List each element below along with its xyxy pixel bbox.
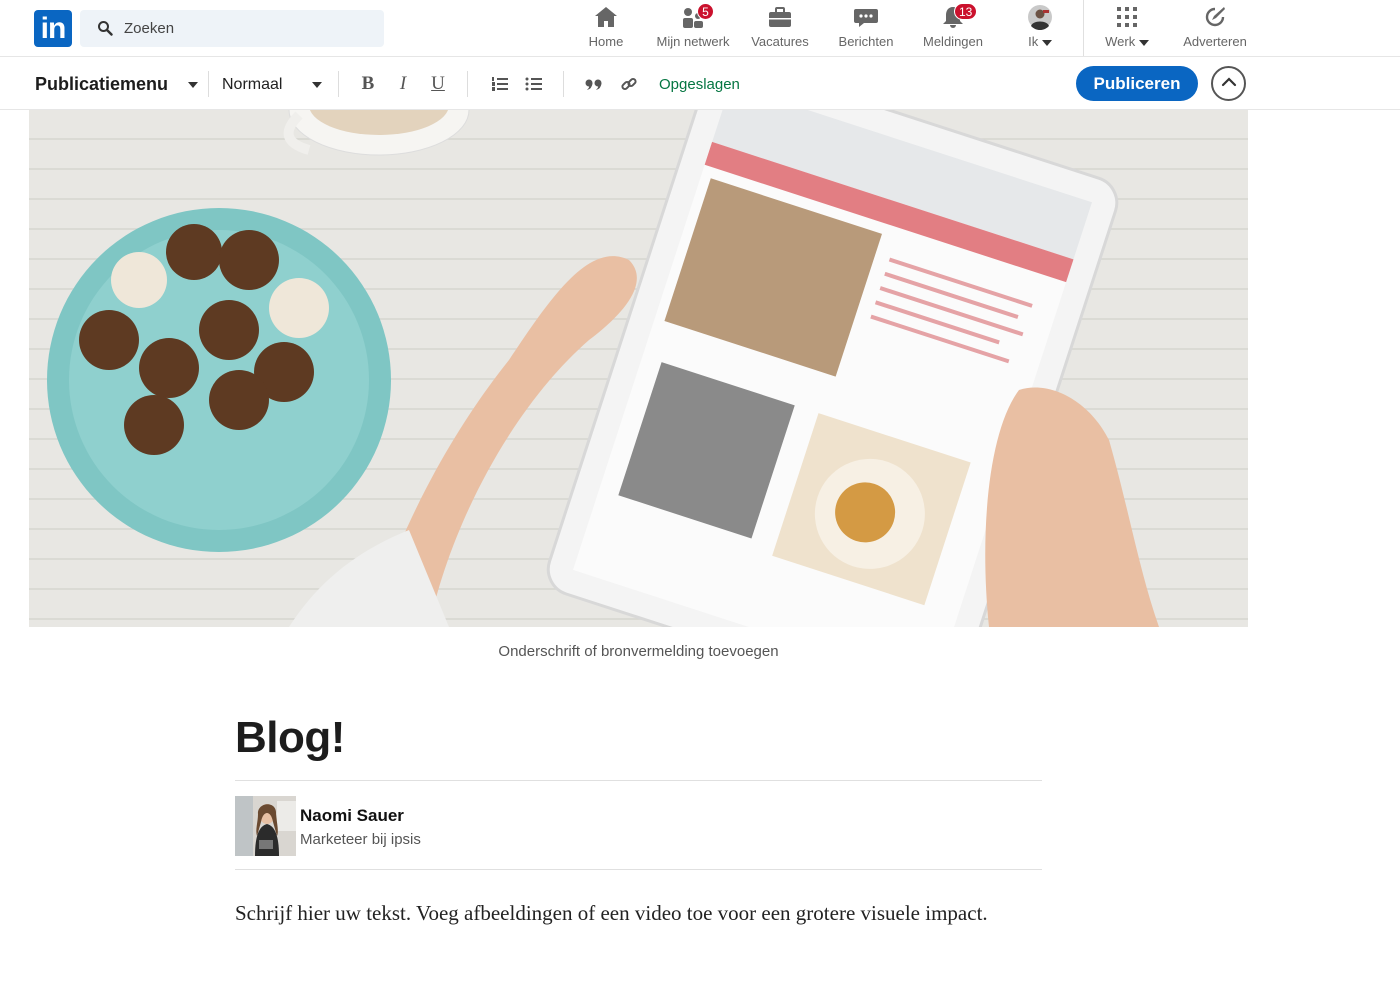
nav-jobs-label: Vacatures xyxy=(751,34,809,49)
publication-menu[interactable]: Publicatiemenu xyxy=(35,74,199,95)
toolbar-divider xyxy=(563,71,564,97)
toolbar-divider xyxy=(467,71,468,97)
nav-home[interactable]: Home xyxy=(583,4,629,54)
chevron-up-icon xyxy=(1221,77,1236,87)
nav-jobs[interactable]: Vacatures xyxy=(747,4,813,54)
nav-me[interactable]: Ik xyxy=(1022,4,1058,54)
compass-icon xyxy=(1205,7,1225,27)
nav-messaging-label: Berichten xyxy=(838,34,894,49)
text-style-select[interactable]: Normaal xyxy=(222,76,323,94)
editor-toolbar: Publicatiemenu Normaal B I U Opgeslagen … xyxy=(0,57,1400,110)
toolbar-divider xyxy=(208,71,209,97)
profile-avatar-icon xyxy=(1028,5,1052,30)
author-headline: Marketeer bij ipsis xyxy=(300,831,421,848)
nav-network-label: Mijn netwerk xyxy=(656,34,730,49)
numbered-list-button[interactable] xyxy=(488,72,512,96)
italic-icon: I xyxy=(399,73,407,94)
author-name: Naomi Sauer xyxy=(300,806,404,825)
numbered-list-icon xyxy=(492,77,508,91)
nav-notifications[interactable]: 13 Meldingen xyxy=(919,3,987,54)
divider xyxy=(235,869,1042,870)
bullet-list-icon xyxy=(525,77,542,91)
search-icon xyxy=(98,21,113,36)
publish-button[interactable]: Publiceren xyxy=(1076,66,1198,101)
divider xyxy=(235,780,1042,781)
author-avatar xyxy=(235,796,296,856)
image-caption-input[interactable]: Onderschrift of bronvermelding toevoegen xyxy=(29,643,1248,660)
chevron-down-icon xyxy=(1041,39,1052,46)
collapse-toolbar-button[interactable] xyxy=(1211,66,1246,101)
article-body-editor[interactable]: Schrijf hier uw tekst. Voeg afbeeldingen… xyxy=(235,898,1042,929)
search-input[interactable] xyxy=(124,10,374,47)
article-title[interactable]: Blog! xyxy=(235,713,345,763)
briefcase-icon xyxy=(769,7,791,27)
nav-advertise-label: Adverteren xyxy=(1183,34,1247,49)
nav-me-label: Ik xyxy=(1022,34,1058,49)
italic-button[interactable]: I xyxy=(391,72,415,96)
chevron-down-icon xyxy=(312,81,323,88)
bullet-list-button[interactable] xyxy=(522,72,546,96)
cover-photo-tablet-and-chocolates xyxy=(29,110,1248,627)
nav-home-label: Home xyxy=(588,34,624,49)
network-badge: 5 xyxy=(697,3,714,20)
nav-network[interactable]: 5 Mijn netwerk xyxy=(652,3,734,54)
chevron-down-icon xyxy=(1138,39,1149,46)
publication-menu-label: Publicatiemenu xyxy=(35,74,169,94)
nav-advertise[interactable]: Adverteren xyxy=(1179,4,1251,54)
author-photo xyxy=(235,796,296,856)
link-button[interactable] xyxy=(617,72,641,96)
saved-status: Opgeslagen xyxy=(659,76,740,93)
chevron-down-icon xyxy=(188,82,199,89)
toolbar-divider xyxy=(338,71,339,97)
nav-notifications-label: Meldingen xyxy=(923,34,983,49)
search-box[interactable] xyxy=(80,10,384,47)
top-navigation: in Home 5 Mijn netwerk Vacatures Bericht… xyxy=(0,0,1400,57)
text-style-value: Normaal xyxy=(222,76,283,93)
grid-icon xyxy=(1117,7,1137,27)
quote-icon xyxy=(585,79,602,90)
nav-divider xyxy=(1083,0,1084,56)
nav-work[interactable]: Werk xyxy=(1101,4,1153,54)
nav-messaging[interactable]: Berichten xyxy=(835,4,897,54)
underline-button[interactable]: U xyxy=(426,72,450,96)
bold-button[interactable]: B xyxy=(356,72,380,96)
linkedin-logo[interactable]: in xyxy=(34,10,72,47)
notifications-badge: 13 xyxy=(954,3,978,20)
messaging-icon xyxy=(854,9,878,27)
nav-work-label: Werk xyxy=(1101,34,1153,49)
cover-image[interactable] xyxy=(29,110,1248,627)
bold-icon: B xyxy=(361,73,375,94)
quote-button[interactable] xyxy=(582,72,606,96)
link-icon xyxy=(621,77,637,91)
underline-icon: U xyxy=(431,73,445,94)
home-icon xyxy=(595,7,617,27)
